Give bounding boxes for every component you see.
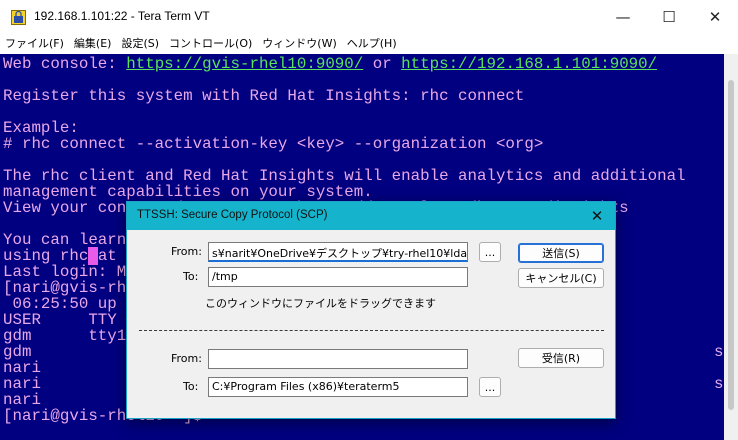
terminal-line: management capabilities on your system.	[3, 184, 724, 200]
menu-control[interactable]: コントロール(O)	[164, 34, 257, 54]
send-to-input[interactable]: /tmp	[208, 267, 468, 287]
terminal-line: Web console: https://gvis-rhel10:9090/ o…	[3, 56, 724, 72]
terminal-line: Example:	[3, 120, 724, 136]
dialog-title-bar: TTSSH: Secure Copy Protocol (SCP) ✕	[127, 202, 615, 230]
terminal-line: # rhc connect --activation-key <key> --o…	[3, 136, 724, 152]
minimize-icon: —	[615, 8, 631, 26]
terminal-text: or	[363, 55, 402, 73]
scrollbar-thumb[interactable]	[728, 80, 734, 410]
receive-to-input[interactable]: C:¥Program Files (x86)¥teraterm5	[208, 377, 468, 397]
title-bar: 192.168.1.101:22 - Tera Term VT — ☐ ✕	[0, 0, 738, 34]
receive-from-input[interactable]	[208, 349, 468, 369]
cancel-button[interactable]: キャンセル(C)	[518, 268, 604, 288]
send-to-label: To:	[183, 270, 199, 283]
minimize-button[interactable]: —	[600, 0, 646, 34]
drag-drop-hint: このウィンドウにファイルをドラッグできます	[205, 297, 436, 310]
dialog-separator	[139, 330, 604, 331]
terminal-text: # rhc connect --activation-key <key> --o…	[3, 135, 544, 153]
terminal-line: Register this system with Red Hat Insigh…	[3, 88, 724, 104]
close-icon: ✕	[708, 8, 722, 26]
send-from-input[interactable]: s¥narit¥OneDrive¥デスクトップ¥try-rhel10¥ldap.…	[208, 242, 468, 262]
menu-setup[interactable]: 設定(S)	[116, 34, 164, 54]
terminal-text: Web console:	[3, 55, 127, 73]
terminal-link[interactable]: https://gvis-rhel10:9090/	[126, 55, 363, 73]
menu-help[interactable]: ヘルプ(H)	[342, 34, 402, 54]
terminal-line: The rhc client and Red Hat Insights will…	[3, 168, 724, 184]
terminal-link[interactable]: https://192.168.1.101:9090/	[401, 55, 657, 73]
receive-from-label: From:	[171, 352, 202, 365]
send-button[interactable]: 送信(S)	[518, 243, 604, 263]
tera-term-icon	[11, 10, 26, 25]
receive-browse-button[interactable]: ...	[479, 377, 501, 397]
maximize-icon: ☐	[662, 8, 676, 26]
terminal-text: Register this system with Red Hat Insigh…	[3, 87, 525, 105]
maximize-button[interactable]: ☐	[646, 0, 692, 34]
window-title: 192.168.1.101:22 - Tera Term VT	[34, 9, 210, 23]
dialog-title: TTSSH: Secure Copy Protocol (SCP)	[137, 209, 328, 221]
send-from-label: From:	[171, 245, 202, 258]
receive-to-label: To:	[183, 380, 199, 393]
send-browse-button[interactable]: ...	[479, 242, 501, 262]
scp-dialog: TTSSH: Secure Copy Protocol (SCP) ✕ From…	[126, 201, 616, 419]
close-button[interactable]: ✕	[692, 0, 738, 34]
menu-file[interactable]: ファイル(F)	[0, 34, 69, 54]
menu-edit[interactable]: 編集(E)	[69, 34, 117, 54]
receive-button[interactable]: 受信(R)	[518, 348, 604, 368]
dialog-close-icon[interactable]: ✕	[587, 206, 607, 226]
menu-bar: ファイル(F) 編集(E) 設定(S) コントロール(O) ウィンドウ(W) ヘ…	[0, 34, 738, 54]
menu-window[interactable]: ウィンドウ(W)	[257, 34, 341, 54]
